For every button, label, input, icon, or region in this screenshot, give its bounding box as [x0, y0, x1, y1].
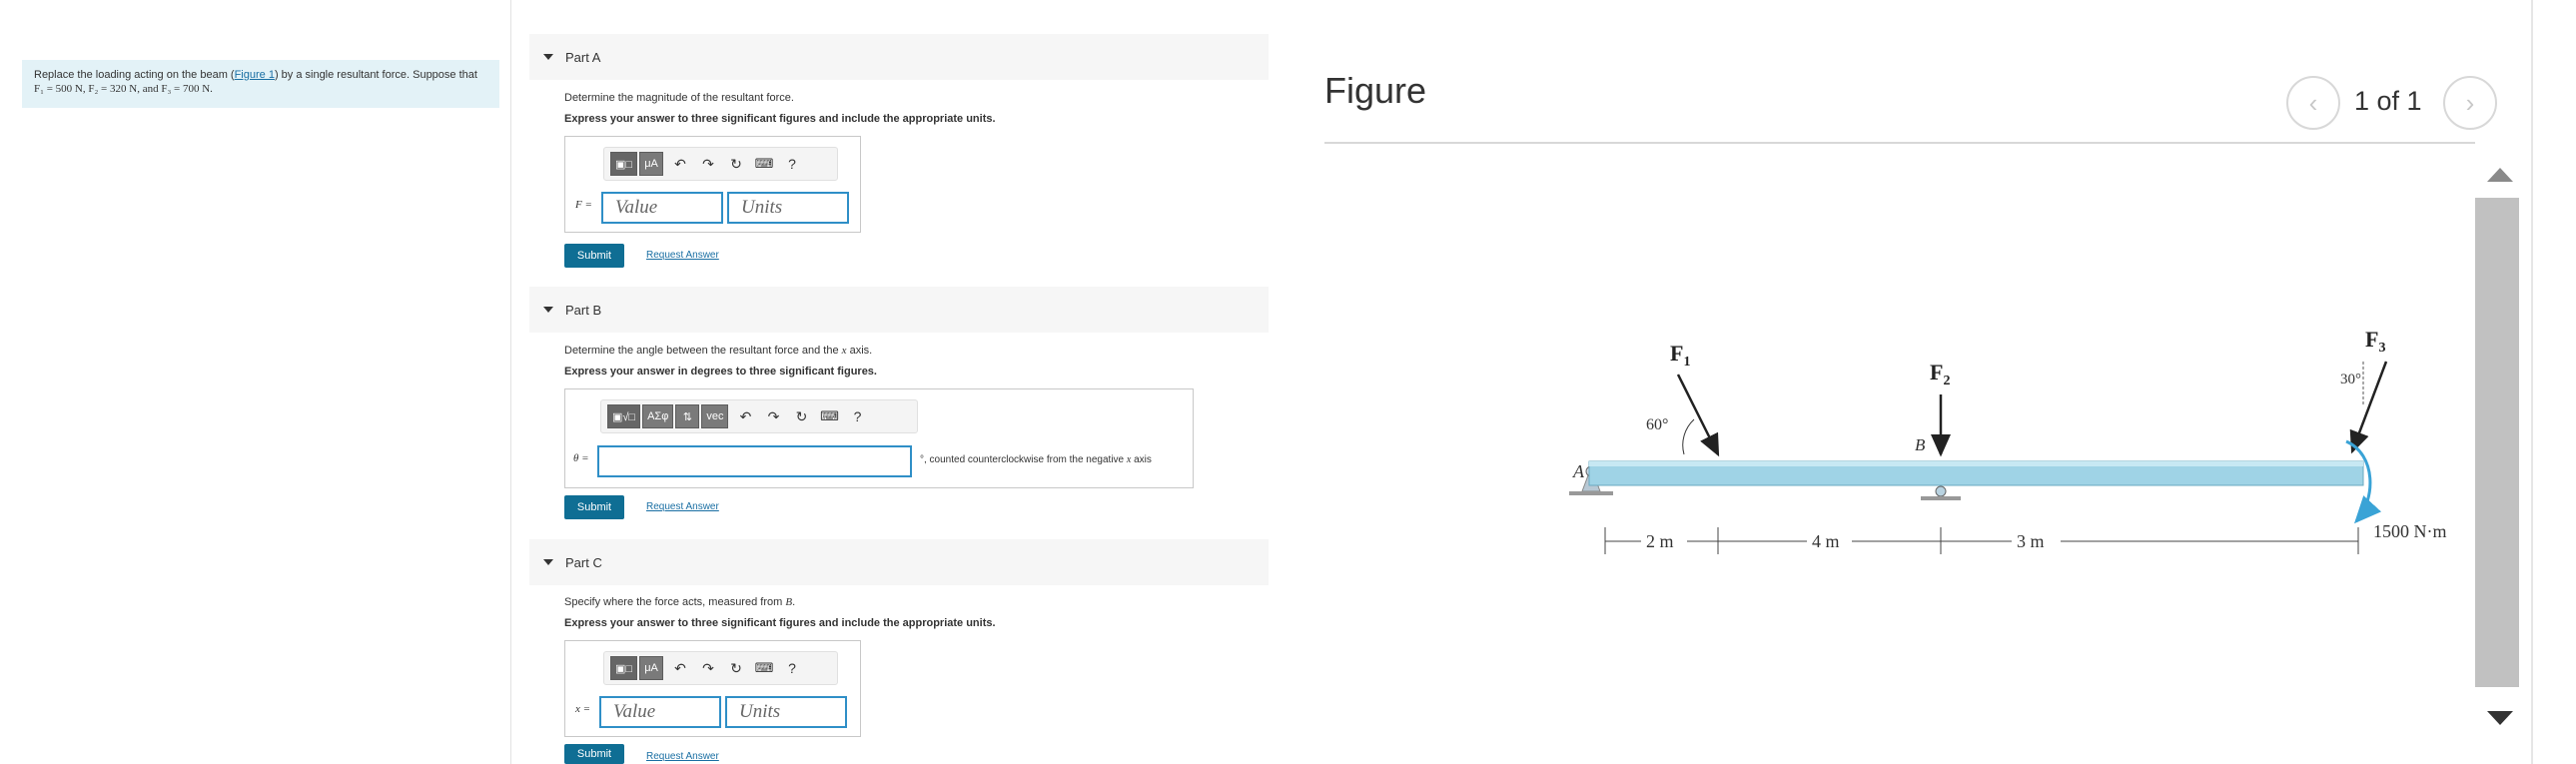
units-button[interactable]: μA: [639, 152, 664, 176]
part-b-prompt: Determine the angle between the resultan…: [564, 345, 872, 357]
dim-2m-label: 2 m: [1646, 531, 1674, 551]
units-input[interactable]: Units: [727, 192, 849, 224]
reset-icon[interactable]: ↻: [725, 153, 747, 175]
collapse-caret-icon[interactable]: [543, 559, 553, 565]
part-b-field-label: θ =: [573, 452, 589, 464]
scroll-up-arrow-icon[interactable]: [2487, 168, 2513, 182]
keyboard-icon[interactable]: ⌨: [753, 153, 775, 175]
vec-button[interactable]: vec: [701, 404, 729, 428]
keyboard-icon[interactable]: ⌨: [753, 657, 775, 679]
redo-icon[interactable]: ↷: [762, 405, 784, 427]
help-icon[interactable]: ?: [781, 153, 803, 175]
part-a-request-answer-link[interactable]: Request Answer: [646, 250, 719, 261]
part-c-prompt-text: Specify where the force acts, measured f…: [564, 596, 786, 608]
suffix-end: axis: [1131, 454, 1152, 465]
f2-label: F2: [1930, 360, 1950, 388]
part-b-toolbar: ▣√□ AΣφ ⇅ vec ↶ ↷ ↻ ⌨ ?: [600, 399, 918, 433]
help-icon[interactable]: ?: [846, 405, 868, 427]
part-a-toolbar: ▣□ μA ↶ ↷ ↻ ⌨ ?: [603, 147, 838, 181]
part-a-title: Part A: [565, 49, 601, 65]
problem-text-2: ) by a single resultant force. Suppose t…: [274, 69, 477, 81]
part-b-header[interactable]: Part B: [529, 287, 1269, 333]
part-c-toolbar: ▣□ μA ↶ ↷ ↻ ⌨ ?: [603, 651, 838, 685]
toolbar-group: ▣√□ AΣφ ⇅ vec: [607, 404, 729, 428]
part-c-request-answer-link[interactable]: Request Answer: [646, 751, 719, 762]
problem-text: Replace the loading acting on the beam (: [34, 69, 235, 81]
part-c-title: Part C: [565, 554, 602, 570]
point-a-label: A: [1572, 461, 1585, 481]
part-c-submit-button[interactable]: Submit: [564, 744, 624, 764]
undo-icon[interactable]: ↶: [734, 405, 756, 427]
mastering-page: Replace the loading acting on the beam (…: [0, 0, 2576, 764]
value-input[interactable]: Value: [601, 192, 723, 224]
part-a-instruction: Express your answer to three significant…: [564, 113, 996, 125]
units-input[interactable]: Units: [725, 696, 847, 728]
figure-panel: Figure ‹ 1 of 1 › F1 60° F2 B F3 30° 150…: [1270, 0, 2576, 764]
redo-icon[interactable]: ↷: [697, 657, 719, 679]
angle-input[interactable]: [597, 445, 912, 477]
part-c-prompt: Specify where the force acts, measured f…: [564, 596, 795, 608]
dim-3m-label: 3 m: [2017, 531, 2045, 551]
problem-panel: Replace the loading acting on the beam (…: [0, 0, 511, 764]
value-input[interactable]: Value: [599, 696, 721, 728]
units-button[interactable]: μA: [639, 656, 664, 680]
parts-panel: Part A Determine the magnitude of the re…: [512, 0, 1269, 764]
undo-icon[interactable]: ↶: [669, 657, 691, 679]
templates-button[interactable]: ▣√□: [607, 404, 641, 428]
collapse-caret-icon[interactable]: [543, 54, 553, 60]
part-a-prompt: Determine the magnitude of the resultant…: [564, 92, 794, 104]
toolbar-group: ▣□ μA: [610, 656, 664, 680]
part-c-instruction: Express your answer to three significant…: [564, 617, 996, 629]
part-b-prompt-end: axis.: [846, 345, 873, 357]
roller-support: [1921, 485, 1961, 500]
part-b-instruction: Express your answer in degrees to three …: [564, 366, 877, 378]
problem-given-values: F₁ = 500 N, F₂ = 320 N, and F₃ = 700 N.: [34, 83, 213, 95]
figure-link[interactable]: Figure 1: [235, 69, 275, 81]
arrows-button[interactable]: ⇅: [675, 404, 700, 428]
part-b-title: Part B: [565, 302, 602, 318]
reset-icon[interactable]: ↻: [725, 657, 747, 679]
reset-icon[interactable]: ↻: [790, 405, 812, 427]
keyboard-icon[interactable]: ⌨: [818, 405, 840, 427]
part-b-request-answer-link[interactable]: Request Answer: [646, 501, 719, 512]
redo-icon[interactable]: ↷: [697, 153, 719, 175]
f1-label: F1: [1670, 341, 1690, 370]
panel-edge: [2531, 0, 2533, 764]
angle-60-label: 60°: [1646, 416, 1668, 433]
part-b-prompt-text: Determine the angle between the resultan…: [564, 345, 842, 357]
help-icon[interactable]: ?: [781, 657, 803, 679]
part-b-answer-box: ▣√□ AΣφ ⇅ vec ↶ ↷ ↻ ⌨ ? θ = °, counted c…: [564, 388, 1194, 488]
greek-button[interactable]: AΣφ: [642, 404, 674, 428]
part-c-prompt-end: .: [792, 596, 796, 608]
dim-4m-label: 4 m: [1812, 531, 1840, 551]
angle-30-label: 30°: [2340, 372, 2361, 387]
collapse-caret-icon[interactable]: [543, 307, 553, 313]
f1-arrow: [1676, 374, 1720, 457]
part-b-submit-button[interactable]: Submit: [564, 495, 624, 519]
undo-icon[interactable]: ↶: [669, 153, 691, 175]
f3-label: F3: [2365, 327, 2385, 356]
part-b-suffix: °, counted counterclockwise from the neg…: [920, 454, 1152, 465]
point-b-label: B: [1915, 435, 1926, 454]
templates-button[interactable]: ▣□: [610, 656, 638, 680]
scroll-down-arrow-icon[interactable]: [2487, 711, 2513, 725]
beam-diagram: F1 60° F2 B F3 30° 1500 N·m A 2 m 4 m 3 …: [1569, 327, 2447, 554]
templates-button[interactable]: ▣□: [610, 152, 638, 176]
dimension-lines: [1604, 527, 2359, 554]
part-a-header[interactable]: Part A: [529, 34, 1269, 80]
part-a-field-label: F =: [575, 199, 592, 211]
part-c-field-label: x =: [575, 703, 591, 715]
moment-label: 1500 N·m: [2373, 521, 2447, 541]
part-a-answer-box: ▣□ μA ↶ ↷ ↻ ⌨ ? F = Value Units: [564, 136, 861, 233]
scrollbar-thumb[interactable]: [2475, 198, 2519, 687]
problem-statement: Replace the loading acting on the beam (…: [22, 60, 499, 108]
part-a-submit-button[interactable]: Submit: [564, 244, 624, 268]
part-c-answer-box: ▣□ μA ↶ ↷ ↻ ⌨ ? x = Value Units: [564, 640, 861, 737]
toolbar-group: ▣□ μA: [610, 152, 664, 176]
angle-arc-60: [1682, 418, 1695, 455]
beam-highlight: [1589, 461, 2363, 466]
part-c-header[interactable]: Part C: [529, 539, 1269, 585]
suffix-text: °, counted counterclockwise from the neg…: [920, 454, 1127, 465]
